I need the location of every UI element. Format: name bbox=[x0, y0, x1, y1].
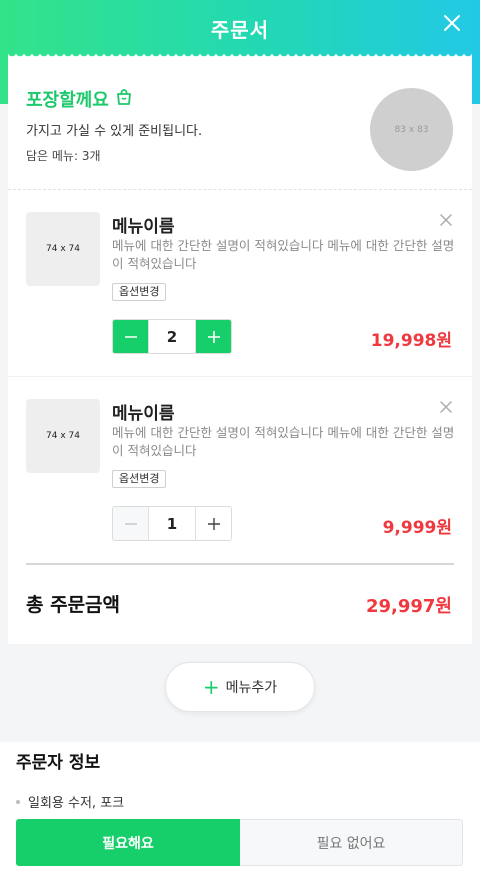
quantity-stepper: 1 bbox=[112, 506, 232, 541]
receipt-edge-bottom bbox=[8, 638, 472, 646]
packaging-image: 83 x 83 bbox=[370, 88, 453, 171]
total-divider bbox=[26, 563, 454, 565]
item-divider bbox=[8, 376, 472, 377]
cutlery-not-needed-button[interactable]: 필요 없어요 bbox=[240, 819, 463, 866]
page-title: 주문서 bbox=[210, 18, 270, 42]
change-option-button[interactable]: 옵션변경 bbox=[112, 283, 167, 301]
plus-icon: + bbox=[202, 675, 220, 699]
item-thumbnail: 74 x 74 bbox=[26, 212, 100, 286]
orderer-title: 주문자 정보 bbox=[16, 753, 101, 773]
total-amount: 29,997원 bbox=[365, 596, 452, 617]
orderer-section: 주문자 정보 일회용 수저, 포크 필요해요 필요 없어요 bbox=[0, 742, 480, 874]
cutlery-label: 일회용 수저, 포크 bbox=[28, 796, 125, 811]
add-menu-button[interactable]: + 메뉴추가 bbox=[165, 662, 315, 712]
remove-item-icon[interactable] bbox=[438, 212, 454, 228]
packaging-title: 포장할께요 bbox=[26, 86, 133, 112]
total-label: 총 주문금액 bbox=[26, 594, 121, 616]
order-receipt: 포장할께요 가지고 가실 수 있게 준비됩니다. 담은 메뉴: 3개 83 x … bbox=[8, 58, 472, 644]
item-price: 19,998원 bbox=[370, 331, 452, 351]
packaging-description: 가지고 가실 수 있게 준비됩니다. bbox=[26, 124, 203, 139]
item-description: 메뉴에 대한 간단한 설명이 적혀있습니다 메뉴에 대한 간단한 설명이 적혀있… bbox=[112, 425, 455, 458]
add-menu-label: 메뉴추가 bbox=[225, 680, 278, 696]
remove-item-icon[interactable] bbox=[438, 399, 454, 415]
menu-count: 담은 메뉴: 3개 bbox=[26, 149, 101, 163]
quantity-stepper: 2 bbox=[112, 319, 232, 354]
divider bbox=[8, 189, 472, 190]
quantity-value: 1 bbox=[148, 507, 196, 540]
item-price: 9,999원 bbox=[382, 518, 452, 538]
close-icon[interactable] bbox=[440, 11, 464, 35]
item-name: 메뉴이름 bbox=[112, 404, 175, 424]
shopping-bag-icon bbox=[115, 88, 133, 111]
decrease-button[interactable] bbox=[113, 320, 148, 353]
item-description: 메뉴에 대한 간단한 설명이 적혀있습니다 메뉴에 대한 간단한 설명이 적혀있… bbox=[112, 238, 455, 271]
decrease-button[interactable] bbox=[113, 507, 148, 540]
packaging-title-text: 포장할께요 bbox=[26, 90, 109, 111]
bullet-icon bbox=[16, 799, 20, 804]
cutlery-row: 일회용 수저, 포크 bbox=[16, 792, 124, 811]
increase-button[interactable] bbox=[196, 507, 231, 540]
increase-button[interactable] bbox=[196, 320, 231, 353]
item-thumbnail: 74 x 74 bbox=[26, 399, 100, 473]
item-name: 메뉴이름 bbox=[112, 217, 175, 237]
cutlery-needed-button[interactable]: 필요해요 bbox=[16, 819, 240, 866]
change-option-button[interactable]: 옵션변경 bbox=[112, 470, 167, 488]
quantity-value: 2 bbox=[148, 320, 196, 353]
